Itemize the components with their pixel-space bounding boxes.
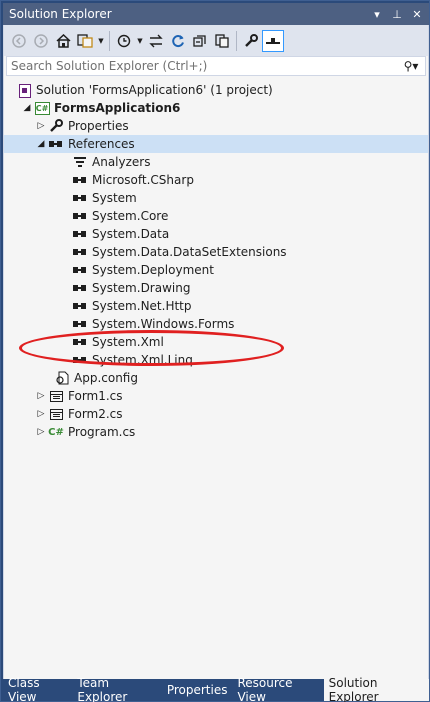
reference-icon	[72, 352, 88, 368]
collapse-arrow-icon[interactable]: ◢	[34, 137, 48, 151]
window-title: Solution Explorer	[9, 7, 112, 21]
reference-icon	[48, 136, 64, 152]
tree-item-references[interactable]: ◢ References	[4, 135, 428, 153]
tree-item-label: System.Windows.Forms	[92, 317, 235, 331]
tree-item-form2[interactable]: ▷ Form2.cs	[4, 405, 428, 423]
tree-item-solution[interactable]: Solution 'FormsApplication6' (1 project)	[4, 81, 428, 99]
toolbar: ▼ ▼	[4, 25, 428, 56]
tree-item-project[interactable]: ◢ C# FormsApplication6	[4, 99, 428, 117]
tree-item-reference[interactable]: System.Data	[4, 225, 428, 243]
pin-icon[interactable]: ⊥	[389, 6, 405, 22]
tree-item-reference[interactable]: System.Xml.Linq	[4, 351, 428, 369]
tab-properties[interactable]: Properties	[162, 679, 233, 701]
home-icon[interactable]	[52, 30, 74, 52]
search-box: ⚲▾	[6, 56, 426, 76]
config-file-icon	[54, 370, 70, 386]
reference-icon	[72, 226, 88, 242]
search-input[interactable]	[7, 57, 397, 75]
tab-resource-view[interactable]: Resource View	[232, 676, 323, 702]
tree-item-label: Analyzers	[92, 155, 151, 169]
show-all-files-icon[interactable]	[211, 30, 233, 52]
reference-icon	[72, 298, 88, 314]
tab-solution-explorer[interactable]: Solution Explorer	[323, 676, 430, 702]
bottom-tab-bar: Class View Team Explorer Properties Reso…	[3, 676, 430, 702]
csharp-file-icon: C#	[48, 426, 64, 438]
tree-item-label: System.Net.Http	[92, 299, 192, 313]
tree-item-label: Form1.cs	[68, 389, 123, 403]
tree-item-label: Microsoft.CSharp	[92, 173, 194, 187]
reference-icon	[72, 334, 88, 350]
collapse-all-icon[interactable]	[189, 30, 211, 52]
refresh-icon[interactable]	[167, 30, 189, 52]
reference-icon	[72, 208, 88, 224]
reference-icon	[72, 190, 88, 206]
tree-item-form1[interactable]: ▷ Form1.cs	[4, 387, 428, 405]
expand-arrow-icon[interactable]: ▷	[34, 407, 48, 421]
tree-item-reference-windows-forms[interactable]: System.Windows.Forms	[4, 315, 428, 333]
properties-icon[interactable]	[240, 30, 262, 52]
tree-item-label: System.Xml.Linq	[92, 353, 193, 367]
tree-item-label: System.Drawing	[92, 281, 191, 295]
expand-arrow-icon[interactable]: ▷	[34, 119, 48, 133]
tree-item-app-config[interactable]: App.config	[4, 369, 428, 387]
title-bar: Solution Explorer ▾ ⊥ ✕	[3, 3, 429, 25]
pending-changes-dropdown-icon[interactable]: ▼	[135, 30, 145, 52]
toolbar-separator	[236, 30, 237, 51]
form-icon	[48, 406, 64, 422]
search-icon[interactable]: ⚲▾	[397, 59, 425, 73]
analyzer-icon	[72, 154, 88, 170]
tab-class-view[interactable]: Class View	[3, 676, 72, 702]
forward-icon[interactable]	[30, 30, 52, 52]
reference-icon	[72, 244, 88, 260]
switch-views-dropdown-icon[interactable]: ▼	[96, 30, 106, 52]
reference-icon	[72, 280, 88, 296]
back-icon[interactable]	[8, 30, 30, 52]
tab-team-explorer[interactable]: Team Explorer	[72, 676, 161, 702]
toolbar-separator	[109, 30, 110, 51]
solution-icon	[16, 82, 32, 98]
solution-tree: Solution 'FormsApplication6' (1 project)…	[4, 81, 428, 441]
collapse-arrow-icon[interactable]: ◢	[20, 101, 34, 115]
close-icon[interactable]: ✕	[409, 6, 425, 22]
tree-item-reference[interactable]: System.Xml	[4, 333, 428, 351]
tree-item-label: System.Deployment	[92, 263, 214, 277]
reference-icon	[72, 172, 88, 188]
tree-item-reference[interactable]: Microsoft.CSharp	[4, 171, 428, 189]
tree-item-label: System.Core	[92, 209, 169, 223]
tree-item-label: FormsApplication6	[54, 101, 181, 115]
tree-item-label: System	[92, 191, 137, 205]
tree-item-label: Form2.cs	[68, 407, 123, 421]
tree-item-reference[interactable]: System.Net.Http	[4, 297, 428, 315]
expand-arrow-icon[interactable]: ▷	[34, 389, 48, 403]
csharp-project-icon: C#	[34, 101, 50, 115]
tree-item-reference[interactable]: System	[4, 189, 428, 207]
tree-item-program[interactable]: ▷ C# Program.cs	[4, 423, 428, 441]
tree-item-analyzers[interactable]: Analyzers	[4, 153, 428, 171]
sync-icon[interactable]	[145, 30, 167, 52]
expand-arrow-icon[interactable]: ▷	[34, 425, 48, 439]
tree-item-label: System.Xml	[92, 335, 164, 349]
panel-body: ▼ ▼ Search Solution Explorer (Ctrl+;) ⚲▾…	[3, 25, 429, 679]
tree-item-reference[interactable]: System.Data.DataSetExtensions	[4, 243, 428, 261]
wrench-icon	[48, 118, 64, 134]
tree-item-properties[interactable]: ▷ Properties	[4, 117, 428, 135]
tree-item-label: System.Data.DataSetExtensions	[92, 245, 287, 259]
reference-icon	[72, 316, 88, 332]
tree-item-reference[interactable]: System.Deployment	[4, 261, 428, 279]
tree-item-label: System.Data	[92, 227, 170, 241]
switch-views-icon[interactable]	[74, 30, 96, 52]
tree-item-label: References	[68, 137, 135, 151]
solution-explorer-window: Solution Explorer ▾ ⊥ ✕ ▼ ▼ Search Solut…	[0, 0, 430, 702]
tree-item-reference[interactable]: System.Drawing	[4, 279, 428, 297]
pending-changes-icon[interactable]	[113, 30, 135, 52]
tree-item-label: Properties	[68, 119, 129, 133]
tree-item-reference[interactable]: System.Core	[4, 207, 428, 225]
reference-icon	[72, 262, 88, 278]
tree-item-label: Solution 'FormsApplication6' (1 project)	[36, 83, 273, 97]
preview-icon[interactable]	[262, 29, 284, 52]
tree-item-label: Program.cs	[68, 425, 136, 439]
form-icon	[48, 388, 64, 404]
tree-item-label: App.config	[74, 371, 138, 385]
window-menu-icon[interactable]: ▾	[369, 6, 385, 22]
